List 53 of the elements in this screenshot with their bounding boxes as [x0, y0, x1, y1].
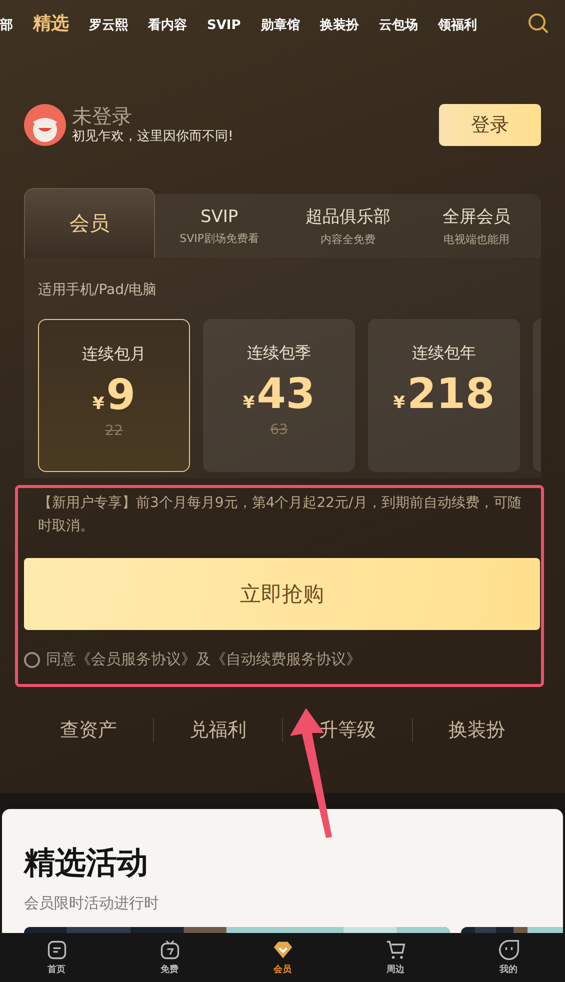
nav-tab[interactable]: 领福利: [438, 16, 477, 34]
plan-card[interactable]: 连续包年 ¥218: [368, 319, 520, 472]
agree-radio[interactable]: [24, 652, 40, 668]
membership-tab[interactable]: SVIP SVIP剧场免费看: [155, 194, 284, 258]
nav-tab[interactable]: 勋章馆: [260, 16, 300, 34]
plan-card[interactable]: 连续包月 ¥9 22: [38, 319, 190, 472]
avatar-icon: [24, 104, 66, 146]
face-icon: [498, 939, 520, 961]
membership-tab[interactable]: 超品俱乐部 内容全免费: [284, 194, 412, 258]
plan-name: 连续包月: [82, 344, 146, 365]
quick-link[interactable]: 查资产: [24, 717, 152, 743]
bottom-nav-item[interactable]: 周边: [339, 933, 452, 982]
username: 未登录: [72, 104, 133, 128]
bottom-nav-item[interactable]: 免费: [113, 933, 226, 982]
tv-icon: [158, 939, 180, 961]
plan-price: 218: [407, 370, 495, 418]
bottom-nav-item[interactable]: 首页: [0, 933, 113, 982]
section-subtitle: 会员限时活动进行时: [24, 894, 160, 913]
nav-tab[interactable]: 罗云熙: [89, 16, 128, 34]
quick-link[interactable]: 升等级: [283, 717, 412, 743]
nav-tab[interactable]: SVIP: [207, 18, 241, 33]
agreement-text: 同意《会员服务协议》及《自动续费服务协议》: [46, 650, 361, 669]
quick-link[interactable]: 兑福利: [154, 717, 282, 743]
original-price: 22: [105, 423, 123, 439]
home-icon: [46, 939, 68, 961]
plan-name: 连续包季: [247, 343, 311, 364]
membership-tab[interactable]: 全屏会员 电视端也能用: [412, 194, 542, 258]
bottom-nav-item[interactable]: 会员: [226, 933, 339, 982]
currency-sign: ¥: [393, 393, 406, 413]
platforms-text: 适用手机/Pad/电脑: [38, 281, 158, 299]
membership-tab[interactable]: 会员: [24, 188, 155, 258]
login-button[interactable]: 登录: [439, 104, 541, 146]
nav-tab[interactable]: 精选: [33, 11, 69, 35]
section-title: 精选活动: [24, 844, 149, 883]
diamond-icon: [272, 939, 294, 961]
nav-tab[interactable]: 云包场: [378, 16, 418, 34]
greeting-text: 初见乍欢，这里因你而不同!: [72, 128, 234, 146]
currency-sign: ¥: [242, 393, 255, 413]
search-icon[interactable]: [527, 12, 549, 34]
cart-icon: [384, 939, 406, 961]
nav-tab[interactable]: 部: [0, 16, 13, 34]
plan-price: 9: [106, 371, 136, 419]
quick-link[interactable]: 换装扮: [412, 717, 541, 743]
bottom-nav-item[interactable]: 我的: [452, 933, 565, 982]
nav-tab[interactable]: 看内容: [148, 16, 187, 34]
buy-button[interactable]: 立即抢购: [24, 558, 540, 630]
original-price: 63: [270, 422, 288, 438]
currency-sign: ¥: [92, 394, 104, 414]
nav-tab[interactable]: 换装扮: [320, 16, 359, 34]
plan-name: 连续包年: [412, 343, 476, 364]
promo-text: 【新用户专享】前3个月每月9元，第4个月起22元/月，到期前自动续费，可随时取消。: [37, 494, 522, 536]
plan-price: 43: [256, 370, 316, 418]
plan-card[interactable]: 连续包季 ¥43 63: [203, 319, 355, 472]
